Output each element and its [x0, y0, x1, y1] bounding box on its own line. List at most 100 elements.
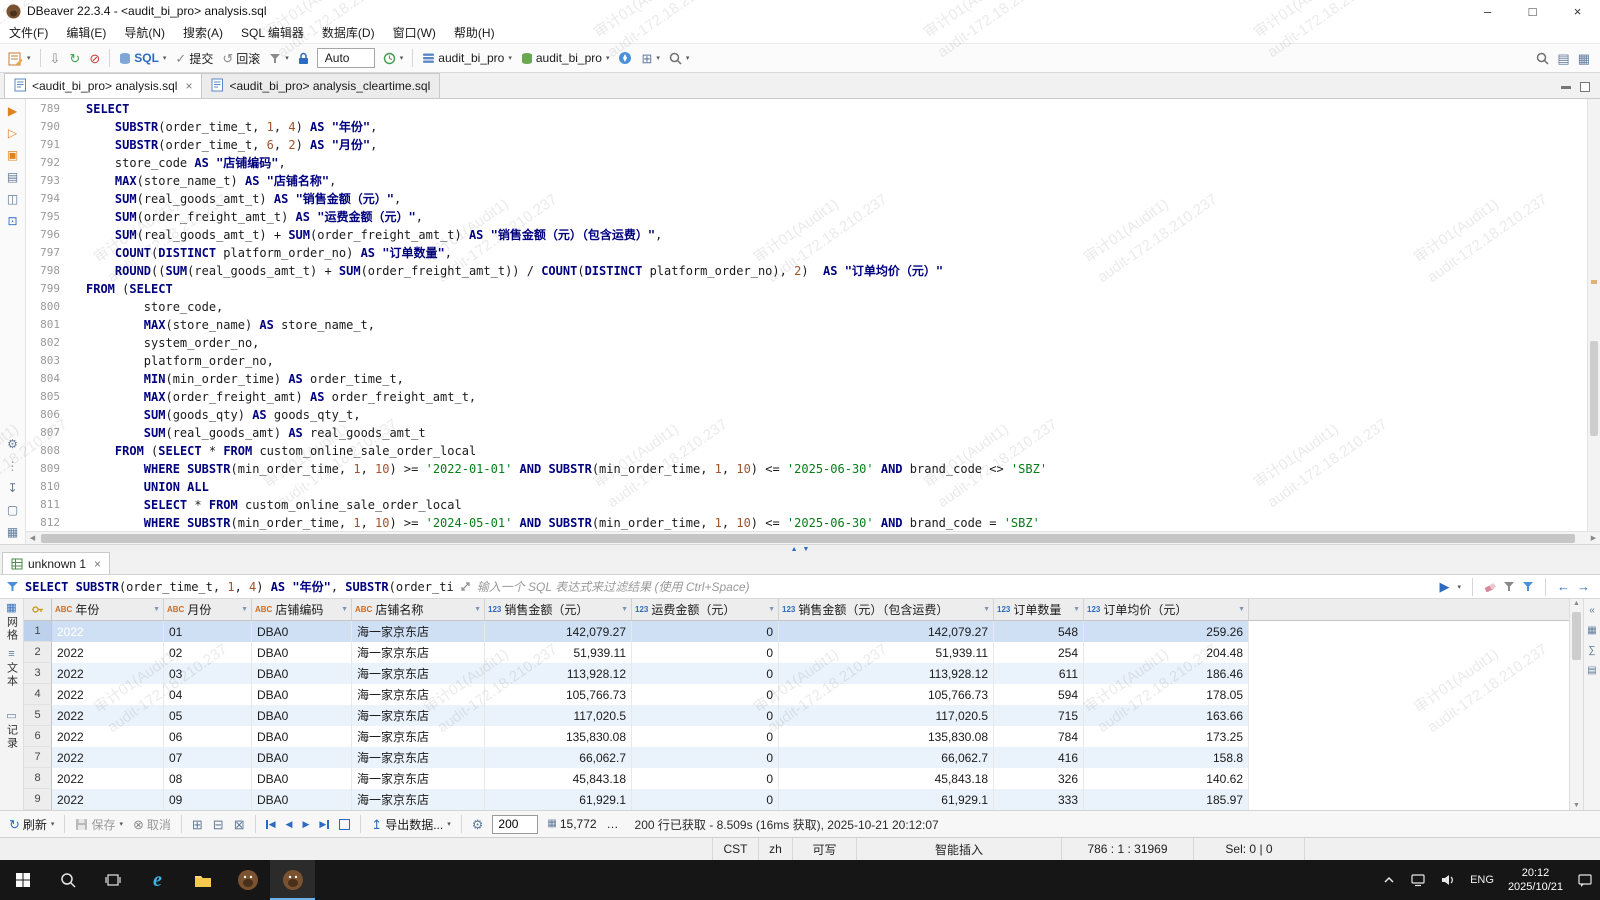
table-cell[interactable]: 186.46 [1084, 663, 1249, 684]
record-mode-toggle[interactable]: ▭ 记录 [4, 711, 20, 750]
column-filter-icon[interactable]: ▼ [153, 606, 160, 613]
table-cell[interactable]: 113,928.12 [485, 663, 632, 684]
row-count-button[interactable]: ▦15,772 [543, 813, 600, 835]
code-line[interactable]: 789SELECT [26, 100, 1600, 118]
table-cell[interactable]: 03 [164, 663, 252, 684]
table-cell[interactable]: 117,020.5 [779, 705, 994, 726]
table-cell[interactable]: 08 [164, 768, 252, 789]
output-panel-icon[interactable]: ⊡ [7, 215, 17, 227]
column-header[interactable]: 123订单均价（元）▼ [1084, 599, 1249, 620]
table-cell[interactable]: DBA0 [252, 642, 352, 663]
code-line[interactable]: 794 SUM(real_goods_amt_t) AS "销售金额（元）", [26, 190, 1600, 208]
table-cell[interactable]: 594 [994, 684, 1084, 705]
code-line[interactable]: 795 SUM(order_freight_amt_t) AS "运费金额（元）… [26, 208, 1600, 226]
code-line[interactable]: 799FROM (SELECT [26, 280, 1600, 298]
column-filter-icon[interactable]: ▼ [341, 606, 348, 613]
metadata-panel-icon[interactable]: ▤ [1587, 665, 1596, 676]
table-cell[interactable]: 715 [994, 705, 1084, 726]
table-cell[interactable]: 05 [164, 705, 252, 726]
table-cell[interactable]: DBA0 [252, 663, 352, 684]
table-cell[interactable]: 02 [164, 642, 252, 663]
lock-button[interactable] [294, 46, 313, 70]
fetch-last-button[interactable]: ▶ [315, 813, 333, 835]
code-line[interactable]: 801 MAX(store_name) AS store_name_t, [26, 316, 1600, 334]
disconnect-button[interactable]: ⊘ [85, 46, 104, 70]
chart-icon[interactable]: ▦ [7, 526, 18, 538]
scroll-right-icon[interactable]: ▶ [1587, 534, 1600, 542]
fetch-all-button[interactable] [335, 813, 354, 835]
add-row-button[interactable]: ⊞ [188, 813, 207, 835]
code-line[interactable]: 806 SUM(goods_qty) AS goods_qty_t, [26, 406, 1600, 424]
hscroll-track[interactable] [39, 534, 1587, 543]
table-cell[interactable]: 61,929.1 [485, 789, 632, 810]
code-line[interactable]: 800 store_code, [26, 298, 1600, 316]
column-header[interactable]: ABC年份▼ [52, 599, 164, 620]
schema-select[interactable]: audit_bi_pro ▾ [517, 46, 614, 70]
table-cell[interactable]: 66,062.7 [485, 747, 632, 768]
new-sql-editor-button[interactable]: ▾ [4, 46, 35, 70]
language-indicator[interactable]: ENG [1463, 860, 1501, 900]
code-line[interactable]: 797 COUNT(DISTINCT platform_order_no) AS… [26, 244, 1600, 262]
transaction-filter-button[interactable]: ▾ [265, 46, 293, 70]
minimize-editor-button[interactable] [1561, 86, 1571, 89]
column-filter-icon[interactable]: ▼ [1238, 606, 1245, 613]
table-cell[interactable]: 117,020.5 [485, 705, 632, 726]
menu-item[interactable]: 帮助(H) [445, 22, 504, 43]
results-tab-close-icon[interactable]: × [94, 557, 101, 571]
execute-statement-button[interactable]: ▶ [8, 105, 17, 117]
code-line[interactable]: 810 UNION ALL [26, 478, 1600, 496]
table-cell[interactable]: 135,830.08 [779, 726, 994, 747]
filter-input[interactable]: 输入一个 SQL 表达式来过滤结果 (使用 Ctrl+Space) [477, 578, 1434, 595]
table-cell[interactable]: 113,928.12 [779, 663, 994, 684]
editor-hscrollbar[interactable]: ◀ ▶ [26, 531, 1600, 544]
splitter-collapse-up-icon[interactable]: ▲ [791, 546, 798, 553]
table-cell[interactable]: 0 [632, 642, 779, 663]
table-cell[interactable]: 07 [164, 747, 252, 768]
table-cell[interactable]: 45,843.18 [779, 768, 994, 789]
history-forward-button[interactable]: → [1577, 580, 1590, 593]
code-line[interactable]: 802 system_order_no, [26, 334, 1600, 352]
column-header[interactable]: 123销售金额（元）（包含运费）▼ [779, 599, 994, 620]
fetch-prev-button[interactable]: ◀ [282, 813, 297, 835]
table-cell[interactable]: 0 [632, 789, 779, 810]
code-line[interactable]: 793 MAX(store_name_t) AS "店铺名称", [26, 172, 1600, 190]
table-cell[interactable]: 178.05 [1084, 684, 1249, 705]
menu-item[interactable]: SQL 编辑器 [232, 22, 313, 43]
table-cell[interactable]: 173.25 [1084, 726, 1249, 747]
task-view-button[interactable] [90, 860, 135, 900]
table-cell[interactable]: 163.66 [1084, 705, 1249, 726]
search-icon[interactable] [1536, 52, 1549, 65]
table-cell[interactable]: 326 [994, 768, 1084, 789]
table-cell[interactable]: 2022 [52, 768, 164, 789]
connect-button[interactable]: ⇩ [46, 46, 65, 70]
table-cell[interactable]: 2022 [52, 642, 164, 663]
code-line[interactable]: 791 SUBSTR(order_time_t, 6, 2) AS "月份", [26, 136, 1600, 154]
fetch-size-input[interactable] [492, 815, 538, 834]
table-cell[interactable]: 333 [994, 789, 1084, 810]
menu-item[interactable]: 文件(F) [0, 22, 57, 43]
menu-item[interactable]: 窗口(W) [384, 22, 445, 43]
row-number[interactable]: 2 [24, 642, 52, 663]
table-cell[interactable]: 海一家京东店 [352, 684, 485, 705]
minimize-button[interactable]: – [1465, 0, 1510, 22]
column-filter-icon[interactable]: ▼ [1073, 606, 1080, 613]
table-cell[interactable]: 0 [632, 684, 779, 705]
tray-volume-icon[interactable] [1433, 860, 1463, 900]
history-back-button[interactable]: ← [1557, 580, 1570, 593]
vscroll-thumb[interactable] [1590, 341, 1598, 436]
row-number[interactable]: 1 [24, 621, 52, 642]
export-icon[interactable]: ↧ [7, 482, 17, 494]
table-cell[interactable]: 2022 [52, 747, 164, 768]
maximize-editor-button[interactable] [1580, 82, 1590, 92]
row-number[interactable]: 9 [24, 789, 52, 810]
table-cell[interactable]: 0 [632, 663, 779, 684]
table-cell[interactable]: DBA0 [252, 747, 352, 768]
table-cell[interactable]: 06 [164, 726, 252, 747]
table-cell[interactable]: 611 [994, 663, 1084, 684]
table-cell[interactable]: 2022 [52, 663, 164, 684]
row-number[interactable]: 7 [24, 747, 52, 768]
sql-editor[interactable]: 789SELECT790 SUBSTR(order_time_t, 1, 4) … [26, 99, 1600, 544]
table-cell[interactable]: 142,079.27 [779, 621, 994, 642]
scroll-up-icon[interactable]: ▲ [1570, 600, 1583, 607]
rollback-button[interactable]: ↺回滚 [218, 46, 264, 70]
